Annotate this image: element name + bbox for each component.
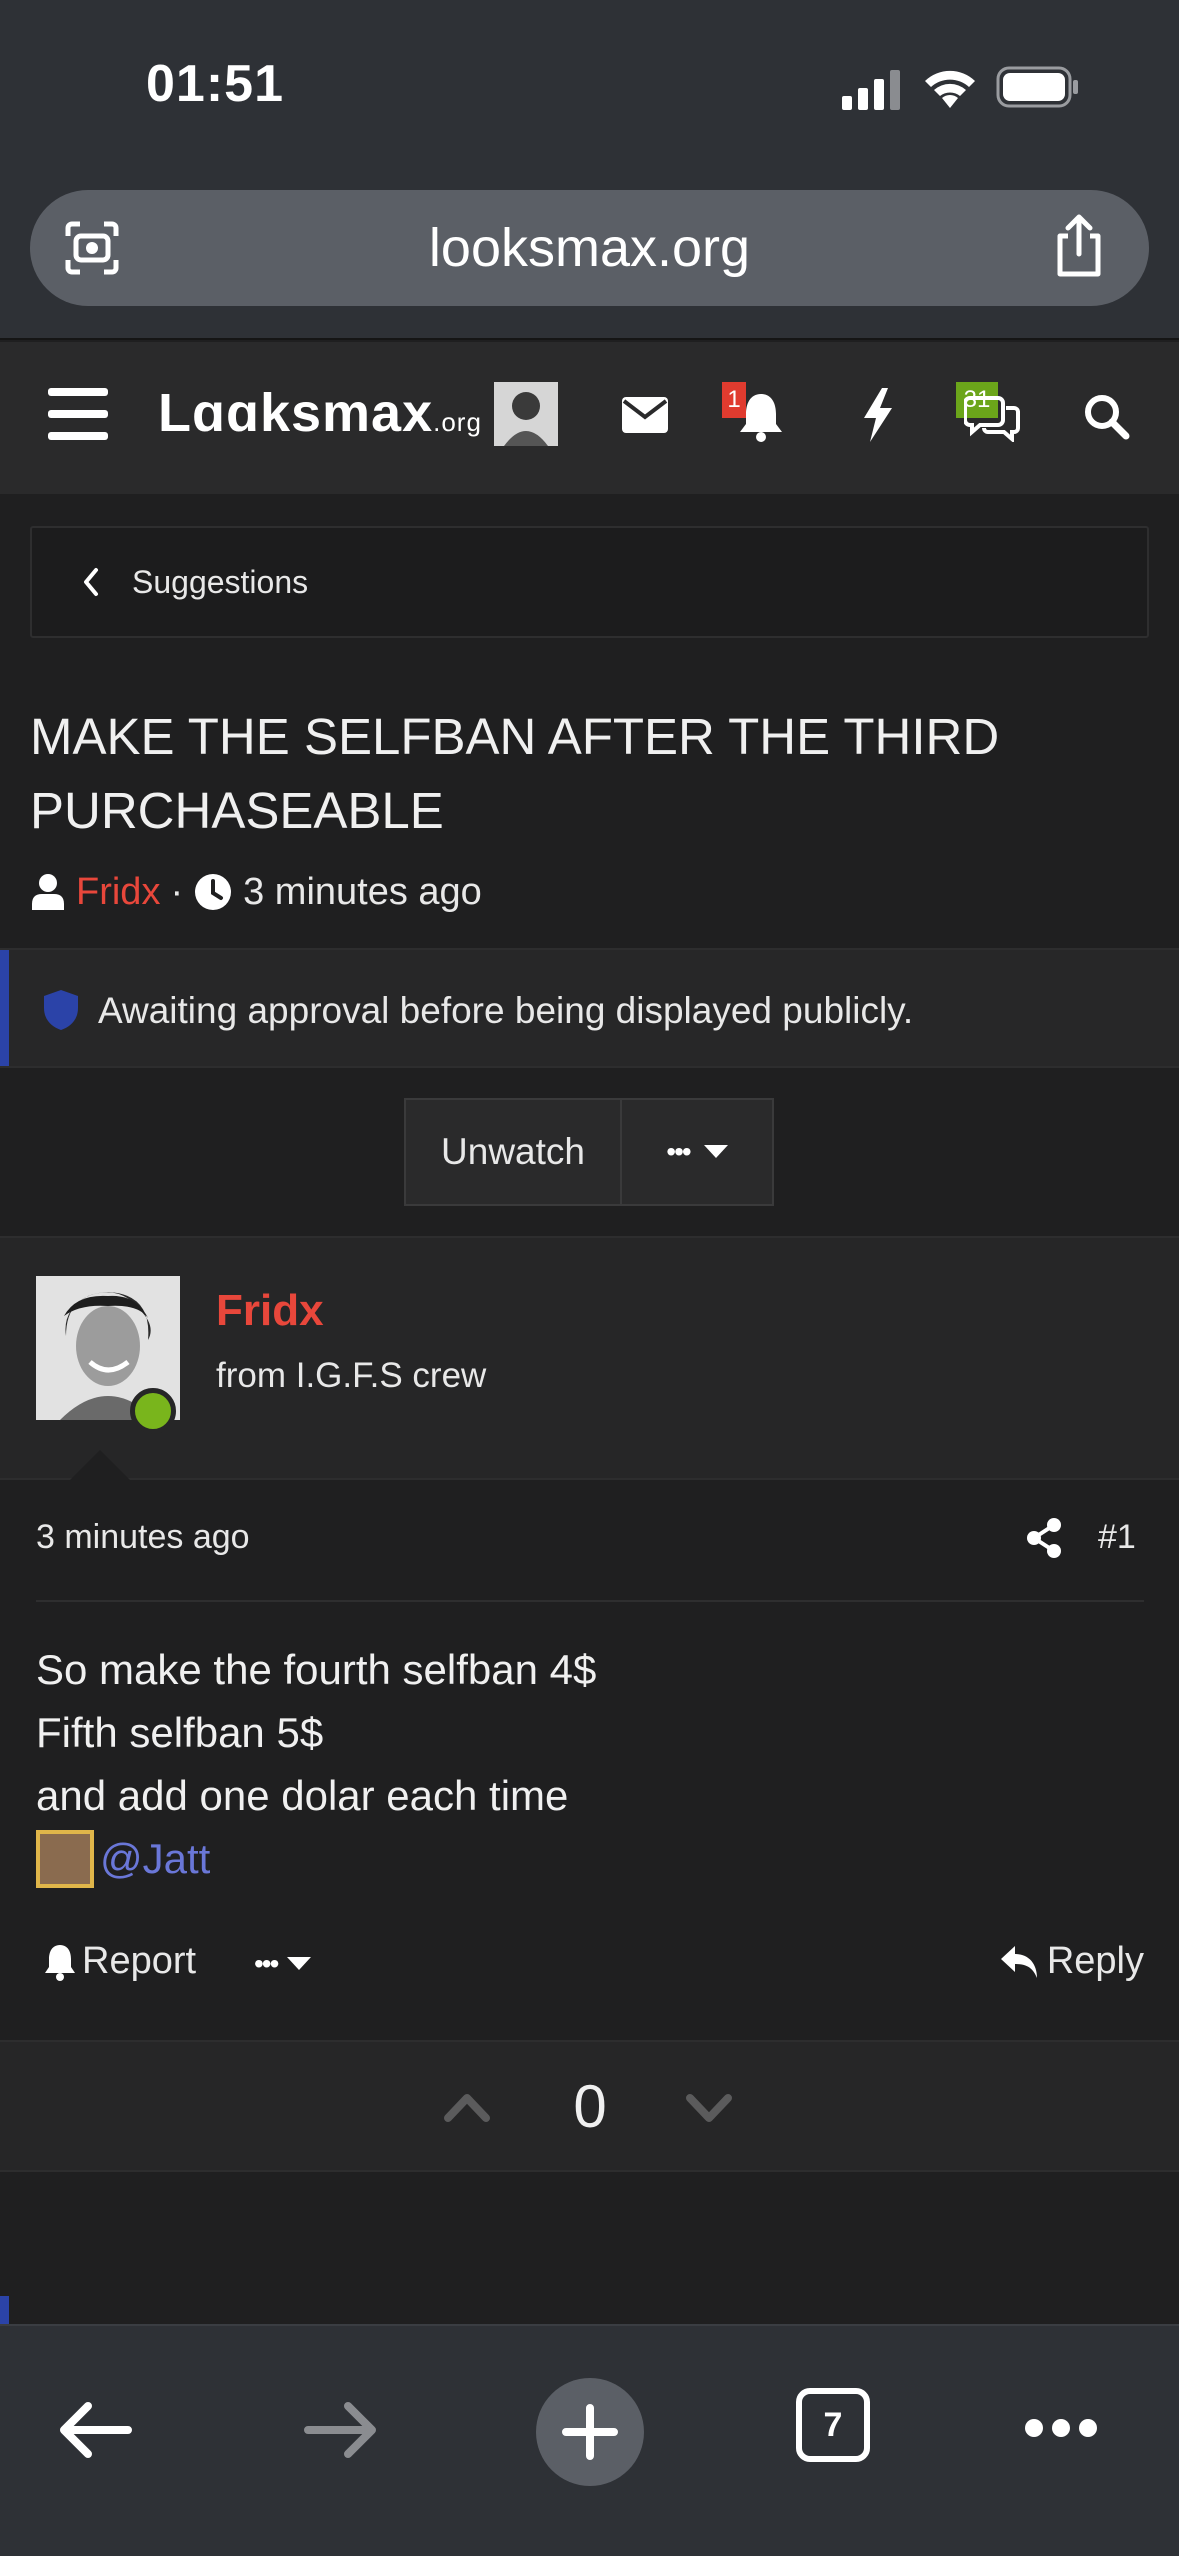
search-icon[interactable]	[1084, 394, 1130, 440]
envelope-icon[interactable]	[622, 397, 668, 433]
post-user-block: Fridx from I.G.F.S crew	[0, 1236, 1179, 1480]
caret-down-icon	[703, 1145, 728, 1158]
thread-tools-button[interactable]: •••	[622, 1100, 772, 1204]
tabs-button[interactable]: 7	[796, 2388, 870, 2462]
post-line: and add one dolar each time	[36, 1772, 569, 1819]
more-dots: •••	[666, 1136, 691, 1167]
bolt-icon[interactable]	[862, 388, 894, 442]
address-bar-area: looksmax.org	[0, 180, 1179, 340]
url-text: looksmax.org	[428, 218, 751, 278]
clock-icon	[195, 874, 232, 910]
notice-text: Awaiting approval before being displayed…	[98, 990, 914, 1031]
breadcrumb-label: Suggestions	[132, 564, 309, 600]
more-dots: •••	[254, 1948, 279, 1979]
divider	[36, 1600, 1144, 1602]
bell-icon	[45, 1944, 75, 1981]
unwatch-button[interactable]: Unwatch	[406, 1100, 622, 1204]
breadcrumb[interactable]: Suggestions	[30, 526, 1149, 638]
address-bar[interactable]: looksmax.org	[30, 190, 1149, 306]
page-title: MAKE THE SELFBAN AFTER THE THIRD PURCHAS…	[30, 708, 1000, 839]
mention-avatar	[36, 1829, 94, 1888]
user-avatar[interactable]	[494, 382, 558, 446]
reply-icon	[1000, 1945, 1037, 1978]
report-button[interactable]: Report	[44, 1940, 196, 1983]
new-tab-button[interactable]	[536, 2378, 644, 2486]
caret-down-icon	[287, 1957, 312, 1970]
post-actions: Report ••• Reply	[36, 1940, 1144, 2000]
forward-arrow-icon[interactable]	[304, 2400, 378, 2460]
shield-icon	[44, 990, 78, 1030]
next-post-accent	[0, 2296, 9, 2326]
post-time[interactable]: 3 minutes ago	[36, 1518, 250, 1557]
notice-accent-bar	[0, 950, 9, 1066]
upvote-icon[interactable]	[444, 2092, 490, 2122]
conversations-icon[interactable]	[964, 394, 1020, 442]
online-status-indicator	[130, 1388, 176, 1434]
share-icon[interactable]	[1026, 1518, 1062, 1558]
back-arrow-icon[interactable]	[58, 2400, 132, 2460]
post-arrow	[70, 1450, 130, 1480]
status-time: 01:51	[146, 55, 284, 113]
menu-icon[interactable]	[48, 388, 108, 440]
bell-icon[interactable]	[738, 390, 784, 442]
reply-label: Reply	[1046, 1940, 1144, 1982]
chevron-left-icon	[84, 568, 98, 596]
thread-time[interactable]: 3 minutes ago	[243, 871, 482, 914]
post-line: Fifth selfban 5$	[36, 1709, 324, 1756]
user-icon	[32, 874, 64, 910]
status-bar: 01:51	[0, 0, 1179, 180]
post-author-name[interactable]: Fridx	[216, 1286, 324, 1336]
share-icon[interactable]	[1050, 214, 1108, 280]
report-label: Report	[82, 1940, 197, 1982]
mention-link[interactable]: @Jatt	[100, 1827, 210, 1890]
post-author-title: from I.G.F.S crew	[216, 1356, 487, 1395]
vote-bar: 0	[0, 2040, 1179, 2172]
signal-icon	[842, 70, 900, 110]
moderation-notice: Awaiting approval before being displayed…	[0, 948, 1179, 1068]
post-more-button[interactable]: •••	[254, 1948, 312, 1980]
browser-toolbar: 7	[0, 2324, 1179, 2556]
battery-icon	[996, 66, 1078, 108]
more-menu-icon[interactable]	[1024, 2416, 1098, 2440]
thread-author-link[interactable]: Fridx	[76, 871, 160, 914]
mention[interactable]: @Jatt	[36, 1827, 1136, 1890]
wifi-icon	[925, 70, 975, 108]
site-header: Lɑɑksmax.org 1 31	[0, 342, 1179, 494]
site-logo[interactable]: Lɑɑksmax.org	[158, 382, 482, 444]
post-content: So make the fourth selfban 4$ Fifth self…	[36, 1638, 1136, 1890]
vote-count: 0	[573, 2073, 607, 2140]
thread-meta: Fridx · 3 minutes ago	[30, 866, 482, 918]
reply-button[interactable]: Reply	[999, 1940, 1144, 1983]
watch-button-group: Unwatch •••	[404, 1098, 774, 1206]
downvote-icon[interactable]	[686, 2094, 732, 2124]
plus-icon	[562, 2404, 618, 2460]
post-line: So make the fourth selfban 4$	[36, 1646, 597, 1693]
meta-separator: ·	[170, 870, 184, 913]
post-number-link[interactable]: #1	[1098, 1518, 1136, 1557]
